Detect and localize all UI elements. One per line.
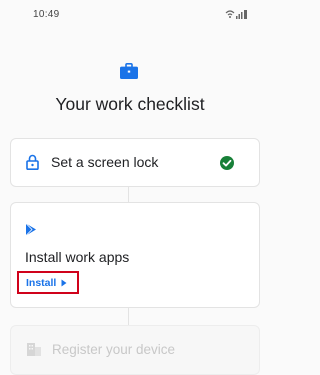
check-circle-icon bbox=[220, 156, 234, 170]
lock-icon bbox=[26, 154, 39, 170]
wifi-icon bbox=[225, 10, 235, 18]
work-apps-label: Install work apps bbox=[25, 249, 130, 265]
step-connector bbox=[128, 187, 129, 202]
install-button[interactable]: Install bbox=[17, 271, 79, 294]
work-apps-card: Install work apps Install bbox=[10, 202, 260, 308]
building-icon bbox=[27, 343, 41, 356]
register-device-card: Register your device bbox=[10, 325, 260, 375]
battery-icon bbox=[244, 10, 247, 19]
install-label: Install bbox=[26, 276, 57, 289]
screen-lock-card[interactable]: Set a screen lock bbox=[10, 138, 260, 187]
status-bar: 10:49 bbox=[0, 0, 247, 30]
signal-icon bbox=[236, 12, 243, 19]
chevron-right-icon bbox=[61, 279, 67, 286]
status-icons bbox=[225, 10, 247, 19]
screen-lock-label: Set a screen lock bbox=[51, 154, 159, 170]
status-time: 10:49 bbox=[33, 9, 60, 20]
briefcase-icon bbox=[120, 63, 138, 79]
play-store-icon bbox=[25, 223, 36, 236]
register-device-label: Register your device bbox=[52, 342, 176, 357]
page-title: Your work checklist bbox=[55, 94, 205, 114]
step-connector bbox=[128, 308, 129, 325]
